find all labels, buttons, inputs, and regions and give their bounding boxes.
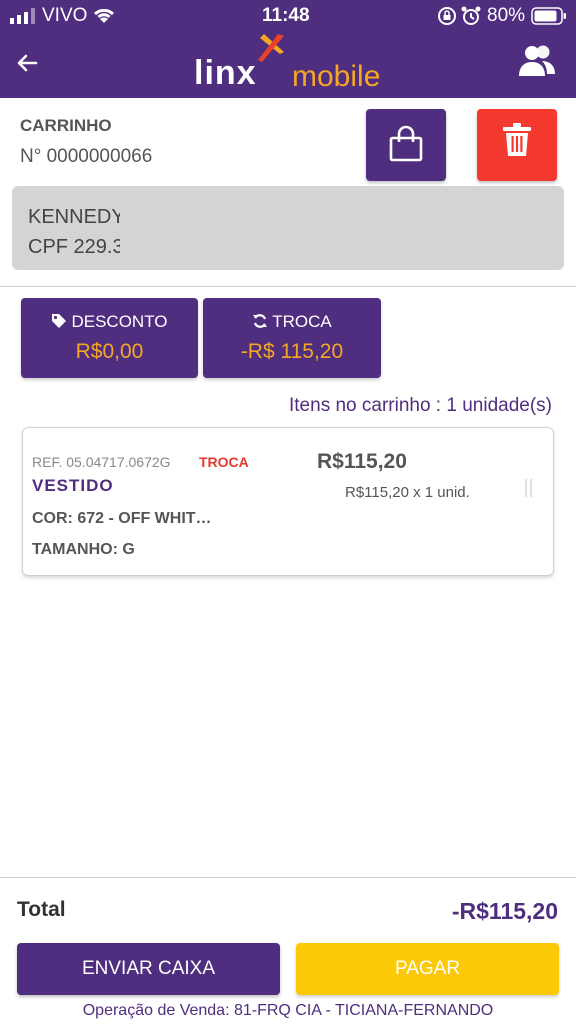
section-divider: [0, 286, 576, 287]
carrier-name: VIVO: [42, 5, 88, 26]
pay-button[interactable]: PAGAR: [296, 943, 559, 995]
trash-icon: [503, 123, 531, 156]
logo-linx-text: linx: [194, 54, 257, 92]
customer-cpf: CPF 229.3: [28, 236, 120, 258]
alarm-icon: [461, 6, 481, 25]
app-header: VIVO 11:48 80% linx mobile: [0, 0, 576, 98]
exchange-value: -R$ 115,20: [240, 340, 344, 363]
discount-value: R$0,00: [75, 340, 144, 363]
refresh-icon: [253, 314, 268, 328]
total-label: Total: [17, 898, 66, 921]
linx-mobile-logo: linx mobile: [192, 32, 392, 96]
cart-number: N° 0000000066: [20, 146, 153, 167]
item-exchange-badge: TROCA: [199, 454, 249, 470]
discount-button[interactable]: DESCONTO R$0,00: [21, 298, 198, 378]
delete-cart-button[interactable]: [477, 109, 557, 181]
wifi-icon: [93, 8, 115, 23]
exchange-label: TROCA: [272, 312, 332, 331]
shopping-bag-button[interactable]: [366, 109, 446, 181]
total-value: -R$115,20: [451, 898, 558, 924]
item-price: R$115,20: [317, 450, 407, 473]
cart-title: CARRINHO: [20, 116, 112, 135]
exchange-button[interactable]: TROCA -R$ 115,20: [203, 298, 381, 378]
customer-name: KENNEDY: [28, 206, 120, 228]
signal-icon: [10, 8, 35, 24]
discount-label: DESCONTO: [71, 312, 168, 331]
send-to-cashier-button[interactable]: ENVIAR CAIXA: [17, 943, 280, 995]
linx-logo-mark-icon: [258, 34, 284, 62]
customer-card[interactable]: KENNEDY CPF 229.3: [12, 186, 564, 270]
shopping-bag-icon: [389, 125, 423, 162]
drag-handle-icon[interactable]: [524, 478, 534, 498]
items-count: Itens no carrinho : 1 unidade(s): [289, 395, 552, 416]
item-unit-price: R$115,20 x 1 unid.: [345, 484, 470, 501]
exchange-title: TROCA: [203, 312, 381, 332]
item-name: VESTIDO: [32, 476, 114, 495]
sale-operation-info: Operação de Venda: 81-FRQ CIA - TICIANA-…: [82, 1002, 494, 1019]
battery-percent: 80%: [487, 5, 526, 26]
tag-icon: [52, 314, 67, 328]
status-bar: VIVO 11:48 80%: [0, 0, 576, 32]
cart-item[interactable]: REF. 05.04717.0672G TROCA VESTIDO COR: 6…: [22, 427, 554, 576]
discount-title: DESCONTO: [21, 312, 198, 332]
users-icon[interactable]: [518, 44, 556, 78]
item-size: TAMANHO: G: [32, 541, 135, 558]
arrow-left-icon[interactable]: [12, 48, 42, 78]
checkout-footer: Total -R$115,20 ENVIAR CAIXA PAGAR Opera…: [0, 877, 576, 1024]
battery-icon: [531, 7, 566, 25]
rotation-lock-icon: [438, 7, 456, 25]
logo-mobile-text: mobile: [292, 60, 381, 93]
item-reference: REF. 05.04717.0672G: [32, 454, 171, 470]
item-color: COR: 672 - OFF WHIT…: [32, 510, 212, 527]
clock-time: 11:48: [262, 5, 310, 26]
